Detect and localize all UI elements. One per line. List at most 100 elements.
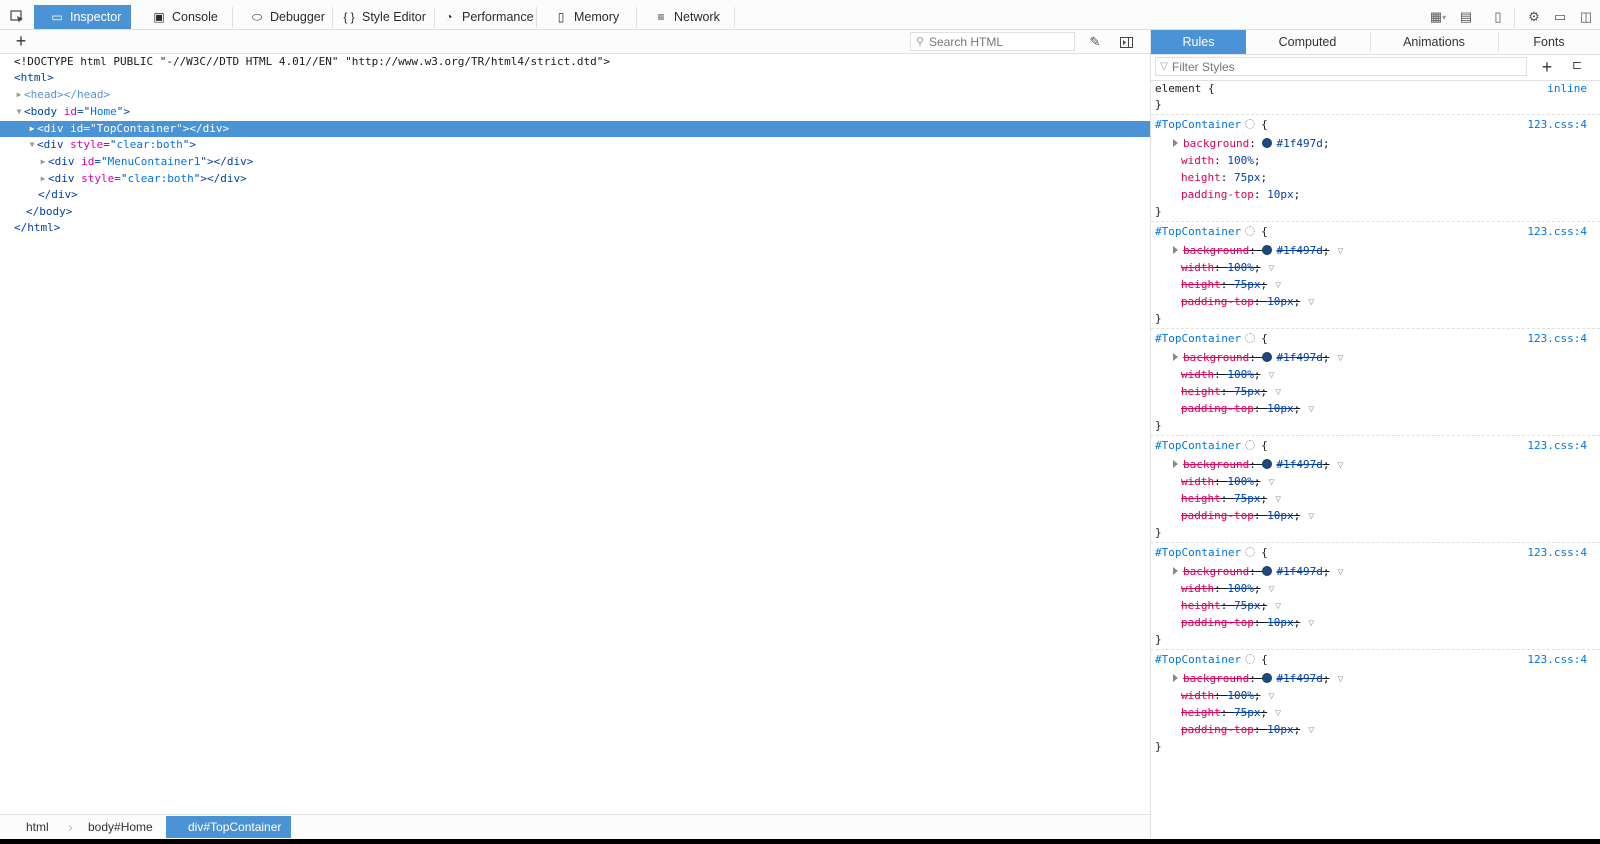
tree-line-head[interactable]: ▶ <head></head> [0, 87, 1150, 103]
dock-side-icon[interactable]: ◫ [1576, 7, 1596, 27]
property-name[interactable]: height [1181, 171, 1221, 184]
declaration[interactable]: height: 75px; ▽ [1155, 277, 1600, 293]
property-value[interactable]: 10px [1267, 402, 1294, 415]
expand-arrow-icon[interactable]: ▶ [0, 121, 37, 137]
declaration[interactable]: padding-top: 10px; [1155, 187, 1600, 203]
frames-menu-icon[interactable]: ▦ ▾ [1424, 7, 1452, 27]
property-value[interactable]: 75px [1234, 278, 1261, 291]
collapse-arrow-icon[interactable]: ▼ [0, 104, 24, 120]
rule-selector[interactable]: #TopContainer [1155, 225, 1241, 238]
tree-line-close-html[interactable]: </html> [0, 220, 1150, 236]
property-name[interactable]: height [1181, 278, 1221, 291]
rule-selector[interactable]: #TopContainer [1155, 118, 1241, 131]
selector-highlighter-icon[interactable] [1245, 654, 1256, 664]
property-name[interactable]: width [1181, 475, 1214, 488]
filter-icon[interactable]: ▽ [1337, 353, 1343, 364]
property-name[interactable]: padding-top [1181, 402, 1254, 415]
declaration[interactable]: background: #1f497d; ▽ [1155, 350, 1600, 366]
selector-highlighter-icon[interactable] [1245, 119, 1256, 129]
tree-line-doctype[interactable]: <!DOCTYPE html PUBLIC "-//W3C//DTD HTML … [0, 54, 1150, 70]
rule-selector[interactable]: #TopContainer [1155, 546, 1241, 559]
filter-icon[interactable]: ▽ [1275, 387, 1281, 398]
rule-header[interactable]: #TopContainer {123.css:4 [1155, 652, 1595, 668]
property-value[interactable]: #1f497d [1276, 672, 1322, 685]
rule-source-link[interactable]: 123.css:4 [1527, 652, 1587, 668]
property-name[interactable]: width [1181, 154, 1214, 167]
rule-source-link[interactable]: 123.css:4 [1527, 224, 1587, 240]
breadcrumb-selected[interactable]: div#TopContainer [166, 816, 292, 838]
rule-selector[interactable]: #TopContainer [1155, 439, 1241, 452]
expand-arrow-icon[interactable] [1173, 353, 1178, 361]
declaration[interactable]: background: #1f497d; ▽ [1155, 564, 1600, 580]
filter-icon[interactable]: ▽ [1337, 246, 1343, 257]
expand-arrow-icon[interactable] [1173, 246, 1178, 254]
filter-icon[interactable]: ▽ [1275, 708, 1281, 719]
color-swatch[interactable] [1262, 245, 1273, 255]
declaration[interactable]: padding-top: 10px; ▽ [1155, 508, 1600, 524]
tab-style-editor[interactable]: { } Style Editor [330, 5, 430, 29]
property-value[interactable]: 10px [1267, 723, 1294, 736]
rule-header[interactable]: element {inline [1155, 81, 1595, 97]
filter-icon[interactable]: ▽ [1308, 511, 1314, 522]
property-value[interactable]: 100% [1227, 689, 1254, 702]
split-console-icon[interactable]: ▤ [1456, 7, 1476, 27]
filter-icon[interactable]: ▽ [1269, 477, 1275, 488]
selector-highlighter-icon[interactable] [1245, 547, 1256, 557]
property-name[interactable]: padding-top [1181, 723, 1254, 736]
tab-memory[interactable]: ▯ Memory [538, 5, 632, 29]
pseudo-class-toggle-icon[interactable]: ⊏ [1567, 58, 1587, 78]
rule-header[interactable]: #TopContainer {123.css:4 [1155, 331, 1595, 347]
tree-line-div[interactable]: ▶ <div style="clear:both"></div> [0, 171, 1150, 187]
collapse-arrow-icon[interactable]: ▼ [0, 137, 37, 153]
declaration[interactable]: background: #1f497d; ▽ [1155, 457, 1600, 473]
search-box[interactable]: ⚲ [910, 32, 1075, 51]
property-value[interactable]: 100% [1227, 261, 1254, 274]
property-name[interactable]: background [1183, 244, 1249, 257]
filter-icon[interactable]: ▽ [1269, 691, 1275, 702]
declaration[interactable]: padding-top: 10px; ▽ [1155, 294, 1600, 310]
property-value[interactable]: 100% [1227, 475, 1254, 488]
responsive-design-icon[interactable]: ▯ [1488, 7, 1508, 27]
property-name[interactable]: height [1181, 385, 1221, 398]
tree-line-div[interactable]: ▶ <div id="MenuContainer1"></div> [0, 154, 1150, 170]
filter-icon[interactable]: ▽ [1308, 297, 1314, 308]
declaration[interactable]: height: 75px; ▽ [1155, 491, 1600, 507]
filter-icon[interactable]: ▽ [1275, 280, 1281, 291]
property-value[interactable]: 10px [1267, 295, 1294, 308]
rule-header[interactable]: #TopContainer {123.css:4 [1155, 224, 1595, 240]
property-value[interactable]: 10px [1267, 509, 1294, 522]
property-value[interactable]: #1f497d [1276, 137, 1322, 150]
property-name[interactable]: background [1183, 672, 1249, 685]
property-name[interactable]: background [1183, 351, 1249, 364]
filter-icon[interactable]: ▽ [1308, 725, 1314, 736]
expand-arrow-icon[interactable] [1173, 460, 1178, 468]
expand-arrow-icon[interactable] [1173, 567, 1178, 575]
filter-icon[interactable]: ▽ [1337, 674, 1343, 685]
declaration[interactable]: width: 100%; ▽ [1155, 367, 1600, 383]
declaration[interactable]: padding-top: 10px; ▽ [1155, 401, 1600, 417]
property-name[interactable]: background [1183, 137, 1249, 150]
property-value[interactable]: 75px [1234, 706, 1261, 719]
property-value[interactable]: #1f497d [1276, 244, 1322, 257]
gear-icon[interactable]: ⚙ [1524, 7, 1544, 27]
filter-icon[interactable]: ▽ [1337, 567, 1343, 578]
filter-icon[interactable]: ▽ [1337, 460, 1343, 471]
add-node-button[interactable]: + [12, 32, 30, 50]
declaration[interactable]: height: 75px; ▽ [1155, 705, 1600, 721]
declaration[interactable]: padding-top: 10px; ▽ [1155, 615, 1600, 631]
property-name[interactable]: width [1181, 368, 1214, 381]
declaration[interactable]: padding-top: 10px; ▽ [1155, 722, 1600, 738]
toggle-sidebar-icon[interactable] [1117, 33, 1135, 51]
element-picker-icon[interactable] [0, 5, 34, 29]
property-value[interactable]: 75px [1234, 171, 1261, 184]
property-value[interactable]: 10px [1267, 616, 1294, 629]
tab-performance[interactable]: ◔ Performance [430, 5, 534, 29]
declaration[interactable]: background: #1f497d; ▽ [1155, 671, 1600, 687]
declaration[interactable]: width: 100%; ▽ [1155, 581, 1600, 597]
property-name[interactable]: padding-top [1181, 509, 1254, 522]
property-value[interactable]: 75px [1234, 599, 1261, 612]
declaration[interactable]: background: #1f497d; ▽ [1155, 243, 1600, 259]
color-swatch[interactable] [1262, 566, 1273, 576]
dock-bottom-icon[interactable]: ▭ [1550, 7, 1570, 27]
filter-icon[interactable]: ▽ [1308, 404, 1314, 415]
